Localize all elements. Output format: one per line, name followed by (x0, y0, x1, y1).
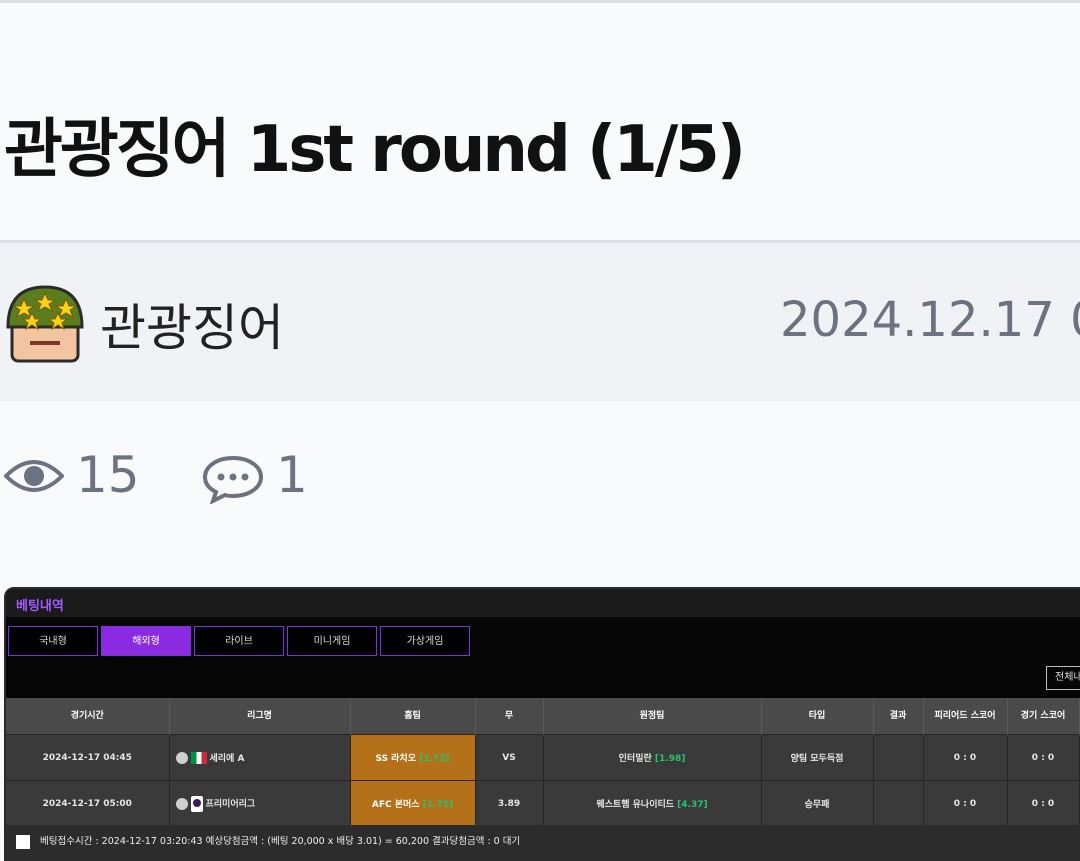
top-divider (0, 0, 1080, 3)
view-count: 15 (76, 446, 140, 504)
away-odds: [1.98] (654, 754, 686, 764)
post-date: 2024.12.17 0 (780, 292, 1080, 348)
col-result: 결과 (873, 698, 924, 735)
tab-virtual-game[interactable]: 가상게임 (380, 626, 470, 656)
bet-table: 경기시간 리그명 홈팀 무 원정팀 타입 결과 피리어드 스코어 경기 스코어 … (6, 698, 1080, 826)
home-team-name: AFC 본머스 (371, 800, 420, 810)
col-type: 타입 (761, 698, 874, 735)
league-name: 세리에 A (209, 753, 245, 764)
away-team-name: 인터밀란 (618, 754, 652, 764)
col-away-team: 원정팀 (543, 698, 762, 735)
tab-overseas[interactable]: 해외형 (101, 626, 191, 656)
league-name: 프리미어리그 (205, 799, 256, 809)
cell-result (873, 734, 924, 781)
table-header-row: 경기시간 리그명 홈팀 무 원정팀 타입 결과 피리어드 스코어 경기 스코어 (6, 698, 1080, 735)
cell-away: 웨스트햄 유나이티드 [4.37] (543, 780, 762, 826)
home-odds: [1.72] (419, 754, 450, 764)
away-odds: [4.37] (677, 800, 708, 810)
cell-home: SS 라치오 [1.72] (350, 734, 476, 781)
eye-icon (4, 460, 64, 492)
cell-away: 인터밀란 [1.98] (543, 734, 762, 781)
tab-domestic[interactable]: 국내형 (8, 626, 98, 656)
col-home-team: 홈팀 (350, 698, 476, 735)
post-title: 관광징어 1st round (1/5) (4, 113, 746, 187)
italy-flag-icon (190, 752, 207, 765)
cell-time: 2024-12-17 05:00 (6, 780, 170, 826)
table-row: 2024-12-17 04:45 세리에 A SS 라치오 [1.72] VS … (6, 734, 1080, 781)
filter-all-button[interactable]: 전체내 (1046, 666, 1080, 690)
table-row: 2024-12-17 05:00 프리미어리그 AFC 본머스 [1.75] 3… (6, 780, 1080, 826)
cell-home: AFC 본머스 [1.75] (350, 780, 476, 826)
cell-period-score: 0 : 0 (923, 780, 1008, 826)
cell-game-score: 0 : 0 (1007, 780, 1080, 826)
home-odds: [1.75] (422, 800, 454, 810)
comment-count: 1 (276, 446, 308, 504)
cell-period-score: 0 : 0 (923, 734, 1008, 781)
col-league: 리그명 (169, 698, 351, 735)
bet-summary-text: 베팅접수시간 : 2024-12-17 03:20:43 예상당첨금액 : (베… (40, 836, 521, 847)
col-game-time: 경기시간 (6, 698, 170, 735)
cell-draw: 3.89 (475, 780, 544, 826)
away-team-name: 웨스트햄 유나이티드 (596, 800, 675, 810)
cell-draw: VS (475, 734, 544, 781)
cell-result (873, 780, 924, 826)
betting-header: 베팅내역 (6, 589, 1080, 617)
soccer-ball-icon (175, 797, 188, 810)
cell-game-score: 0 : 0 (1007, 734, 1080, 781)
cell-league: 프리미어리그 (169, 780, 351, 826)
bet-select-checkbox[interactable] (16, 834, 30, 849)
premier-league-logo-icon (190, 795, 203, 812)
author-name[interactable]: 관광징어 (100, 288, 284, 360)
author-avatar[interactable] (4, 283, 86, 365)
cell-time: 2024-12-17 04:45 (6, 734, 170, 781)
col-period-score: 피리어드 스코어 (923, 698, 1008, 735)
betting-title: 베팅내역 (16, 599, 64, 614)
home-team-name: SS 라치오 (375, 754, 416, 764)
cell-league: 세리에 A (169, 734, 351, 781)
tab-minigame[interactable]: 미니게임 (287, 626, 377, 656)
col-game-score: 경기 스코어 (1007, 698, 1080, 735)
cell-type: 승무패 (761, 780, 874, 826)
cell-type: 양팀 모두득점 (761, 734, 874, 781)
speech-bubble-icon (202, 455, 264, 504)
betting-history-image: 베팅내역 국내형 해외형 라이브 미니게임 가상게임 전체내 경기시간 리그명 … (4, 587, 1080, 861)
col-draw: 무 (475, 698, 544, 735)
bet-summary: 베팅접수시간 : 2024-12-17 03:20:43 예상당첨금액 : (베… (6, 825, 1080, 859)
soccer-ball-icon (175, 752, 188, 765)
tab-live[interactable]: 라이브 (194, 626, 284, 656)
